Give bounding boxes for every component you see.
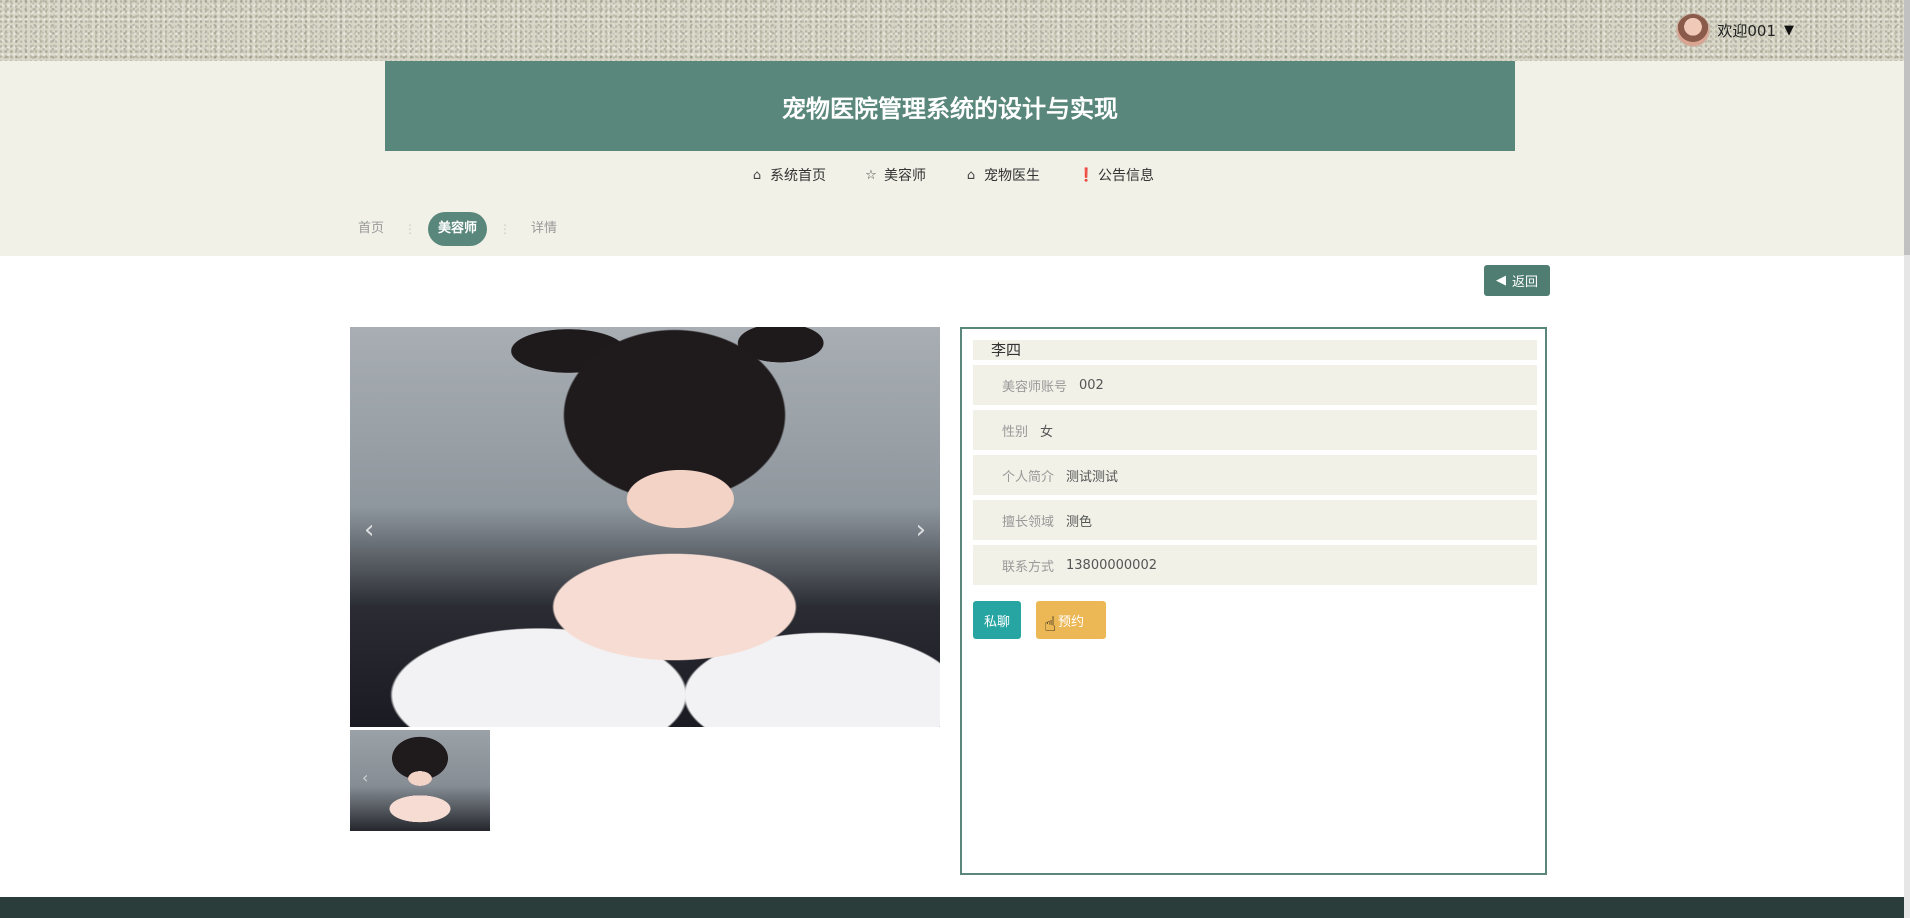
star-icon: ☆ [865,167,877,183]
caret-down-icon[interactable]: ▼ [1784,23,1794,38]
beautician-photo [350,327,940,727]
breadcrumb-detail: 详情 [531,221,558,236]
thumbnail-chevron-left-icon[interactable]: ‹ [362,768,368,787]
info-label: 个人简介 [1002,469,1055,485]
photo-carousel[interactable]: ‹ › [350,327,940,727]
beautician-name: 李四 [973,340,1537,360]
info-value: 女 [1040,424,1054,440]
info-value: 13800000002 [1066,557,1157,573]
chevron-right-icon[interactable]: › [916,515,926,545]
nav-item-beautician[interactable]: ☆ 美容师 [864,165,926,185]
user-greeting[interactable]: 欢迎001 [1717,20,1776,41]
breadcrumb-separator: ⋮ [499,222,512,236]
detail-panel: 李四 美容师账号 002 性别 女 个人简介 测试测试 擅长领域 测色 联系方式… [960,327,1547,875]
nav-label-pet-doctor: 宠物医生 [984,168,1040,184]
info-value: 测色 [1066,514,1093,530]
main-nav: ⌂ 系统首页 ☆ 美容师 ⌂ 宠物医生 ❗ 公告信息 [0,165,1904,185]
info-value: 测试测试 [1066,469,1119,485]
footer-bar [0,897,1904,918]
breadcrumb-separator: ⋮ [404,222,417,236]
info-row-contact: 联系方式 13800000002 [973,545,1537,585]
home-icon: ⌂ [752,167,762,183]
info-label: 美容师账号 [1002,379,1068,395]
info-row-bio: 个人简介 测试测试 [973,455,1537,495]
avatar[interactable] [1677,14,1710,46]
info-label: 联系方式 [1002,559,1055,575]
nav-item-announcements[interactable]: ❗ 公告信息 [1078,165,1154,185]
chevron-left-icon[interactable]: ‹ [364,515,374,545]
back-button[interactable]: ◀ 返回 [1484,265,1550,296]
nav-label-announcements: 公告信息 [1098,168,1154,184]
site-title-banner: 宠物医院管理系统的设计与实现 [385,61,1515,151]
back-button-label: 返回 [1511,275,1538,290]
info-row-specialty: 擅长领域 测色 [973,500,1537,540]
chat-button[interactable]: 私聊 [973,601,1021,639]
top-bar: 欢迎001 ▼ [0,0,1904,61]
site-title: 宠物医院管理系统的设计与实现 [782,94,1118,123]
breadcrumb-home[interactable]: 首页 [350,212,392,246]
info-label: 擅长领域 [1002,514,1055,530]
info-row-account: 美容师账号 002 [973,365,1537,405]
info-row-gender: 性别 女 [973,410,1537,450]
bag-icon: ⌂ [966,167,976,183]
nav-label-home: 系统首页 [770,168,826,184]
scrollbar-thumb[interactable] [1904,0,1910,255]
breadcrumb-beautician[interactable]: 美容师 [428,212,488,246]
nav-item-pet-doctor[interactable]: ⌂ 宠物医生 [964,165,1040,185]
caret-left-icon: ◀ [1495,273,1506,288]
info-value: 002 [1079,377,1104,393]
page-scrollbar[interactable] [1904,0,1910,918]
user-menu[interactable]: 欢迎001 ▼ [1677,14,1794,46]
nav-label-beautician: 美容师 [884,168,926,184]
book-button[interactable]: 预约 [1036,601,1106,639]
nav-item-home[interactable]: ⌂ 系统首页 [750,165,826,185]
photo-thumbnail[interactable]: ‹ [350,730,490,831]
info-label: 性别 [1002,424,1029,440]
breadcrumb: 首页 ⋮ 美容师 ⋮ 详情 [350,212,565,246]
info-icon: ❗ [1078,167,1095,183]
